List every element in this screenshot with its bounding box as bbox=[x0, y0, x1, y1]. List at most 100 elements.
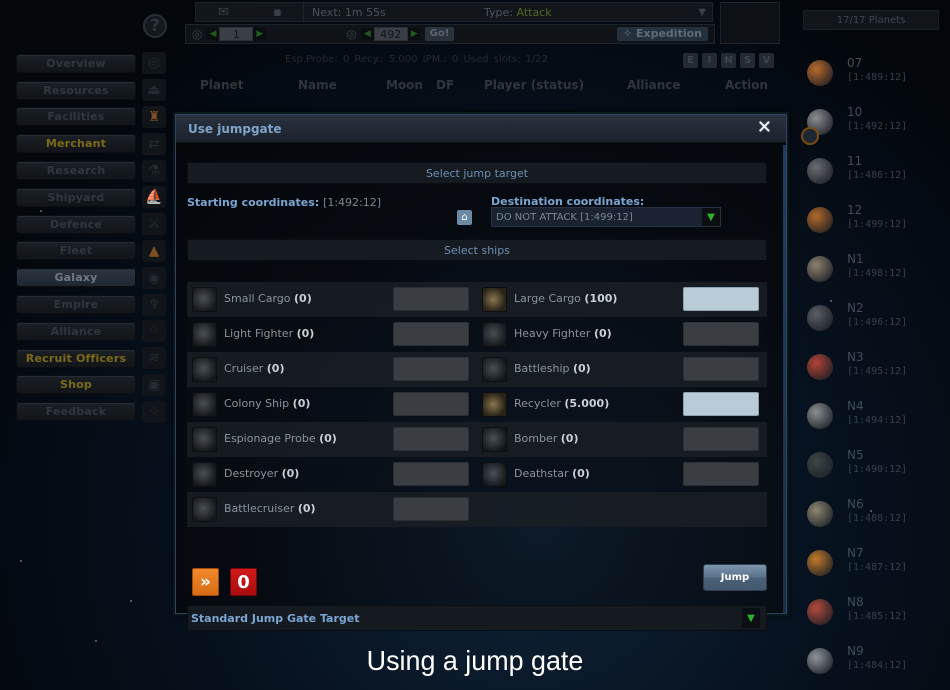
menu-item-resources[interactable]: Resources bbox=[16, 80, 136, 100]
recycler-quantity-input[interactable] bbox=[683, 392, 759, 416]
facilities-icon[interactable]: ♜ bbox=[142, 105, 166, 128]
go-button[interactable]: Go! bbox=[424, 27, 455, 41]
fleet-event-bar[interactable]: Next: 1m 55s Type: Attack ▼ bbox=[303, 2, 713, 22]
cruiser-quantity-input[interactable] bbox=[393, 357, 469, 381]
large-cargo-icon[interactable] bbox=[482, 287, 507, 312]
menu-item-shipyard[interactable]: Shipyard bbox=[16, 187, 136, 207]
bomber-icon[interactable] bbox=[482, 427, 507, 452]
planet-icon[interactable] bbox=[807, 158, 833, 184]
ship-count[interactable]: (0) bbox=[298, 502, 316, 515]
menu-item-shop[interactable]: Shop bbox=[16, 375, 136, 395]
small-cargo-icon[interactable] bbox=[192, 287, 217, 312]
cruiser-icon[interactable] bbox=[192, 357, 217, 382]
empire-icon[interactable]: ♆ bbox=[142, 293, 166, 316]
filter-button-e[interactable]: E bbox=[683, 53, 698, 68]
large-cargo-quantity-input[interactable] bbox=[683, 287, 759, 311]
ship-count[interactable]: (5.000) bbox=[564, 397, 609, 410]
filter-button-v[interactable]: V bbox=[759, 53, 774, 68]
planet-item[interactable]: N3 [1:495:12] bbox=[807, 350, 947, 395]
resources-icon[interactable]: ⏏ bbox=[142, 79, 166, 102]
light-fighter-quantity-input[interactable] bbox=[393, 322, 469, 346]
ship-count[interactable]: (0) bbox=[319, 432, 337, 445]
heavy-fighter-icon[interactable] bbox=[482, 322, 507, 347]
espionage-probe-icon[interactable] bbox=[192, 427, 217, 452]
standard-target-select[interactable]: Standard Jump Gate Target ▼ bbox=[187, 605, 767, 631]
planet-icon[interactable] bbox=[807, 354, 833, 380]
planet-item[interactable]: N4 [1:494:12] bbox=[807, 399, 947, 444]
colony-ship-icon[interactable] bbox=[192, 392, 217, 417]
ship-count[interactable]: (0) bbox=[572, 467, 590, 480]
menu-item-empire[interactable]: Empire bbox=[16, 295, 136, 315]
defence-icon[interactable]: ⚔ bbox=[142, 213, 166, 236]
filter-button-i[interactable]: I bbox=[702, 53, 717, 68]
menu-item-alliance[interactable]: Alliance bbox=[16, 321, 136, 341]
shop-icon[interactable]: ▣ bbox=[142, 373, 166, 396]
battleship-quantity-input[interactable] bbox=[683, 357, 759, 381]
menu-item-facilities[interactable]: Facilities bbox=[16, 107, 136, 127]
reset-button[interactable]: 0 bbox=[230, 568, 257, 596]
destroyer-icon[interactable] bbox=[192, 462, 217, 487]
planet-icon[interactable] bbox=[807, 305, 833, 331]
ship-count[interactable]: (0) bbox=[294, 292, 312, 305]
feedback-icon[interactable]: ⁘ bbox=[142, 400, 166, 423]
chevron-down-icon[interactable]: ▼ bbox=[702, 208, 720, 226]
planet-item[interactable]: N2 [1:496:12] bbox=[807, 301, 947, 346]
galaxy-prev-button[interactable]: ◀ bbox=[206, 28, 220, 40]
ship-count[interactable]: (0) bbox=[594, 327, 612, 340]
deathstar-icon[interactable] bbox=[482, 462, 507, 487]
planet-item[interactable]: N7 [1:487:12] bbox=[807, 546, 947, 591]
officers-icon[interactable]: ≋ bbox=[142, 347, 166, 370]
system-input[interactable]: 492 bbox=[373, 27, 408, 41]
planet-icon[interactable] bbox=[807, 452, 833, 478]
light-fighter-icon[interactable] bbox=[192, 322, 217, 347]
research-icon[interactable]: ⚗ bbox=[142, 159, 166, 182]
menu-item-fleet[interactable]: Fleet bbox=[16, 241, 136, 261]
galaxy-next-button[interactable]: ▶ bbox=[253, 28, 267, 40]
bomber-quantity-input[interactable] bbox=[683, 427, 759, 451]
planet-item[interactable]: N6 [1:488:12] bbox=[807, 497, 947, 542]
planet-icon[interactable] bbox=[807, 550, 833, 576]
filter-button-s[interactable]: S bbox=[740, 53, 755, 68]
home-icon[interactable]: ⌂ bbox=[457, 210, 472, 225]
filter-button-n[interactable]: N bbox=[721, 53, 736, 68]
system-next-button[interactable]: ▶ bbox=[407, 28, 421, 40]
recycler-icon[interactable] bbox=[482, 392, 507, 417]
planet-item[interactable]: N1 [1:498:12] bbox=[807, 252, 947, 297]
chat-icon[interactable]: ▪ bbox=[273, 5, 282, 20]
heavy-fighter-quantity-input[interactable] bbox=[683, 322, 759, 346]
planet-icon[interactable] bbox=[807, 501, 833, 527]
alliance-icon[interactable]: ⁘ bbox=[142, 320, 166, 343]
planet-icon[interactable] bbox=[807, 207, 833, 233]
destroyer-quantity-input[interactable] bbox=[393, 462, 469, 486]
planet-item[interactable]: 12 [1:499:12] bbox=[807, 203, 947, 248]
ship-count[interactable]: (0) bbox=[561, 432, 579, 445]
ship-count[interactable]: (0) bbox=[573, 362, 591, 375]
menu-item-overview[interactable]: Overview bbox=[16, 53, 136, 73]
menu-item-recruit-officers[interactable]: Recruit Officers bbox=[16, 348, 136, 368]
espionage-probe-quantity-input[interactable] bbox=[393, 427, 469, 451]
menu-item-feedback[interactable]: Feedback bbox=[16, 402, 136, 422]
planet-icon[interactable] bbox=[807, 60, 833, 86]
planet-icon[interactable] bbox=[807, 403, 833, 429]
planet-item[interactable]: 07 [1:489:12] bbox=[807, 56, 947, 101]
menu-item-defence[interactable]: Defence bbox=[16, 214, 136, 234]
planet-icon[interactable] bbox=[807, 599, 833, 625]
moon-icon[interactable] bbox=[803, 129, 817, 143]
merchant-icon[interactable]: ⇄ bbox=[142, 132, 166, 155]
colony-ship-quantity-input[interactable] bbox=[393, 392, 469, 416]
ship-count[interactable]: (0) bbox=[293, 397, 311, 410]
help-icon[interactable]: ? bbox=[143, 14, 167, 38]
galaxy-icon[interactable]: ◉ bbox=[142, 266, 166, 289]
close-icon[interactable]: ✕ bbox=[757, 118, 772, 138]
galaxy-input[interactable]: 1 bbox=[219, 27, 254, 41]
shipyard-icon[interactable]: ⛵ bbox=[142, 186, 166, 209]
planet-item[interactable]: 11 [1:486:12] bbox=[807, 154, 947, 199]
ship-count[interactable]: (100) bbox=[584, 292, 617, 305]
battlecruiser-icon[interactable] bbox=[192, 497, 217, 522]
small-cargo-quantity-input[interactable] bbox=[393, 287, 469, 311]
deathstar-quantity-input[interactable] bbox=[683, 462, 759, 486]
system-prev-button[interactable]: ◀ bbox=[360, 28, 374, 40]
planet-item[interactable]: N5 [1:490:12] bbox=[807, 448, 947, 493]
battleship-icon[interactable] bbox=[482, 357, 507, 382]
battlecruiser-quantity-input[interactable] bbox=[393, 497, 469, 521]
